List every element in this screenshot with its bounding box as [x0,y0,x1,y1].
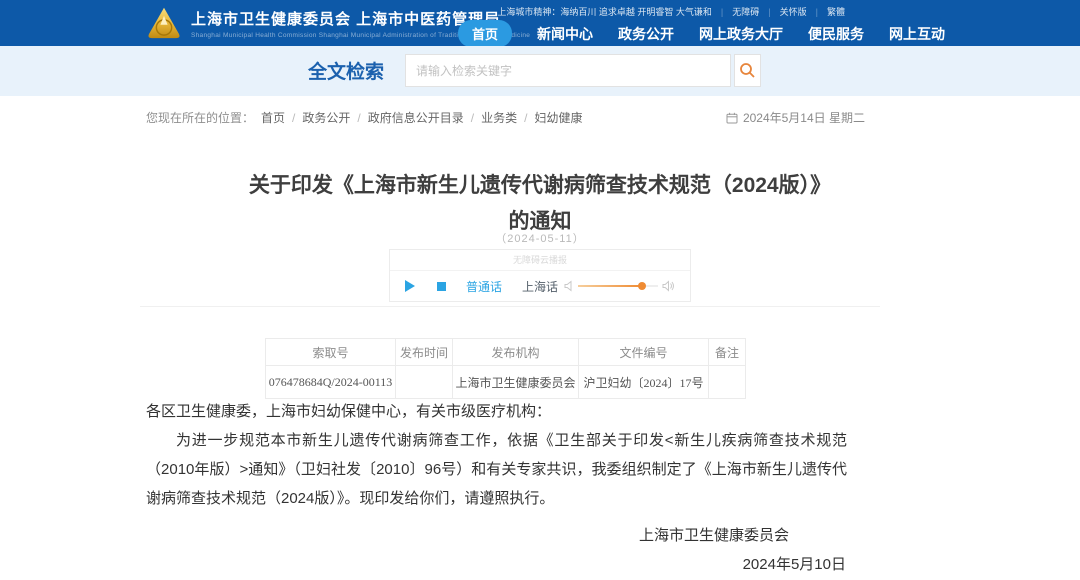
nav-gov-affairs[interactable]: 政务公开 [618,24,674,44]
breadcrumb-business-class[interactable]: 业务类 [481,109,517,126]
signature-org: 上海市卫生健康委员会 [146,521,846,550]
divider: / [471,111,474,125]
health-commission-logo-icon [146,5,182,41]
nav-public-services[interactable]: 便民服务 [808,24,864,44]
breadcrumb-gov-affairs[interactable]: 政务公开 [302,109,350,126]
breadcrumb: 您现在所在的位置： 首页 / 政务公开 / 政府信息公开目录 / 业务类 / 妇… [146,109,589,126]
page: 上海市卫生健康委员会 上海市中医药管理局 Shanghai Municipal … [0,0,1080,580]
nav-online-interaction[interactable]: 网上互动 [889,24,945,44]
document-meta-table: 索取号 发布时间 发布机构 文件编号 备注 076478684Q/2024-00… [265,338,746,399]
cell-publish-time [396,366,453,399]
audio-reader-hint: 无障碍云播报 [390,250,690,271]
col-retrieval-number: 索取号 [266,339,396,366]
volume-fill [578,285,642,287]
link-traditional-chinese[interactable]: 繁體 [827,5,845,18]
salutation-paragraph: 各区卫生健康委，上海市妇幼保健中心，有关市级医疗机构： [146,397,847,426]
breadcrumb-label: 您现在所在的位置： [146,109,254,126]
city-spirit-text: 上海城市精神：海纳百川 追求卓越 开明睿智 大气谦和 [497,5,712,18]
search-label: 全文检索 [308,57,384,84]
volume-slider[interactable] [578,285,658,287]
cell-remarks [709,366,746,399]
article-pub-date: （2024-05-11） [0,230,1080,246]
meta-table-header-row: 索取号 发布时间 发布机构 文件编号 备注 [266,339,746,366]
search-row: 全文检索 [308,54,761,87]
audio-reader-widget: 无障碍云播报 普通话 上海话 [389,249,691,302]
main-nav: 首页 新闻中心 政务公开 网上政务大厅 便民服务 网上互动 [458,20,945,47]
divider: | [721,7,723,17]
cell-retrieval-number: 076478684Q/2024-00113 [266,366,396,399]
divider: / [357,111,360,125]
divider: / [524,111,527,125]
signature-date: 2024年5月10日 [146,550,846,579]
volume-control [564,280,675,292]
stop-icon[interactable] [437,282,446,291]
col-remarks: 备注 [709,339,746,366]
divider: / [292,111,295,125]
volume-down-icon [564,280,574,292]
section-divider [140,306,880,307]
col-publish-org: 发布机构 [453,339,579,366]
current-date: 2024年5月14日 星期二 [726,109,865,126]
breadcrumb-info-directory[interactable]: 政府信息公开目录 [368,109,464,126]
search-band: 全文检索 [0,46,1080,96]
search-input[interactable] [405,54,731,87]
divider: | [816,7,818,17]
col-document-number: 文件编号 [579,339,709,366]
meta-table-data-row: 076478684Q/2024-00113 上海市卫生健康委员会 沪卫妇幼〔20… [266,366,746,399]
current-date-text: 2024年5月14日 星期二 [743,109,865,126]
divider: | [768,7,770,17]
volume-slider-handle[interactable] [638,282,646,290]
lang-shanghainese-button[interactable]: 上海话 [522,278,558,295]
site-header: 上海市卫生健康委员会 上海市中医药管理局 Shanghai Municipal … [0,0,1080,46]
calendar-icon [726,112,738,124]
header-utility-links: 上海城市精神：海纳百川 追求卓越 开明睿智 大气谦和 | 无障碍 | 关怀版 |… [497,5,845,18]
nav-home[interactable]: 首页 [458,20,512,47]
article-body: 各区卫生健康委，上海市妇幼保健中心，有关市级医疗机构： 为进一步规范本市新生儿遗… [146,397,847,513]
main-paragraph: 为进一步规范本市新生儿遗传代谢病筛查工作，依据《卫生部关于印发<新生儿疾病筛查技… [146,426,847,513]
breadcrumb-maternal-child-health[interactable]: 妇幼健康 [534,109,582,126]
volume-up-icon [662,280,675,292]
cell-document-number: 沪卫妇幼〔2024〕17号 [579,366,709,399]
nav-online-gov-hall[interactable]: 网上政务大厅 [699,24,783,44]
search-icon [739,62,756,79]
audio-reader-controls: 普通话 上海话 [390,271,690,301]
link-accessibility[interactable]: 无障碍 [732,5,759,18]
breadcrumb-home[interactable]: 首页 [261,109,285,126]
article-title-line1: 关于印发《上海市新生儿遗传代谢病筛查技术规范（2024版）》 [0,168,1080,204]
play-icon[interactable] [405,280,415,292]
cell-publish-org: 上海市卫生健康委员会 [453,366,579,399]
nav-news-center[interactable]: 新闻中心 [537,24,593,44]
col-publish-time: 发布时间 [396,339,453,366]
search-button[interactable] [734,54,761,87]
link-care-version[interactable]: 关怀版 [780,5,807,18]
lang-mandarin-button[interactable]: 普通话 [466,278,502,295]
signature-block: 上海市卫生健康委员会 2024年5月10日 [146,521,846,579]
